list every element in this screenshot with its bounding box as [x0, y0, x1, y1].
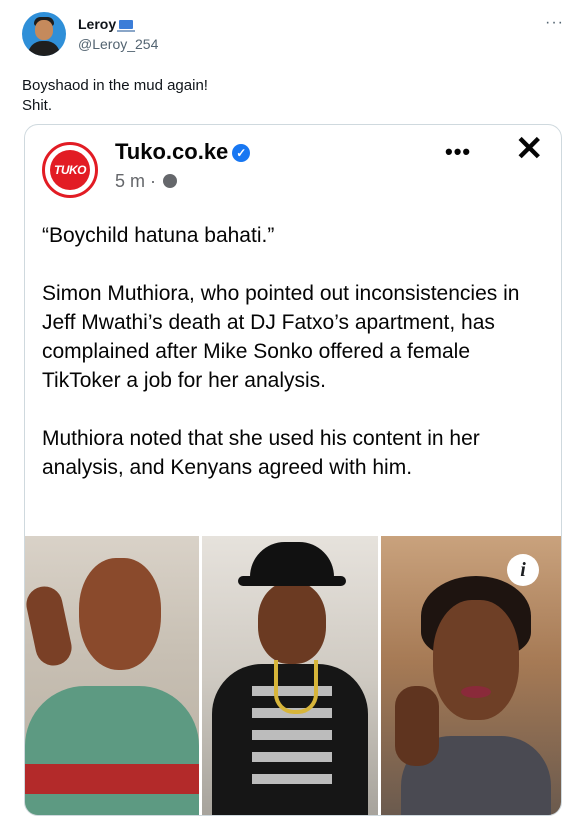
photo-3-head	[433, 600, 519, 720]
photo-mike-sonko[interactable]	[202, 536, 378, 815]
verified-badge-icon: ✓	[232, 144, 251, 162]
tweet-text: Boyshaod in the mud again! Shit.	[22, 76, 208, 116]
post-paragraph-2: Muthiora noted that she used his content…	[42, 427, 480, 479]
tweet-text-line-2: Shit.	[22, 97, 53, 114]
photo-1-hand	[25, 583, 75, 669]
info-icon[interactable]: i	[507, 554, 539, 586]
globe-icon	[163, 174, 178, 188]
avatar-face	[35, 20, 53, 40]
tweet-text-line-1: Boyshaod in the mud again!	[22, 77, 208, 94]
user-name-row[interactable]: Leroy	[78, 16, 136, 32]
photo-strip[interactable]: i	[25, 536, 561, 815]
photo-2-head	[258, 582, 326, 664]
user-handle[interactable]: @Leroy_254	[78, 36, 158, 52]
post-time: 5 m ·	[115, 171, 157, 191]
post-more-icon[interactable]: •••	[445, 139, 471, 165]
photo-2-hat-brim	[238, 576, 346, 586]
photo-1-head	[79, 558, 161, 670]
tweet-header: Leroy @Leroy_254 ···	[22, 12, 566, 62]
page-name-row[interactable]: Tuko.co.ke ✓	[115, 139, 251, 165]
laptop-icon	[117, 20, 136, 32]
page-name[interactable]: Tuko.co.ke	[115, 139, 228, 164]
avatar[interactable]	[22, 12, 66, 56]
photo-2-chain	[274, 660, 318, 714]
photo-3-hand	[395, 686, 439, 766]
photo-1-shirt	[25, 686, 199, 815]
photo-1-stripe	[25, 764, 199, 794]
post-paragraph-1: Simon Muthiora, who pointed out inconsis…	[42, 282, 520, 392]
avatar-body	[28, 41, 60, 56]
post-time-row: 5 m ·	[115, 171, 178, 192]
post-body: “Boychild hatuna bahati.” Simon Muthiora…	[42, 221, 554, 482]
photo-3-lips	[461, 686, 491, 698]
tuko-logo-text: TUKO	[50, 150, 90, 190]
more-icon[interactable]: ···	[545, 14, 564, 32]
tuko-logo[interactable]: TUKO	[42, 142, 98, 198]
close-icon[interactable]: ✕	[515, 129, 544, 169]
quoted-post-card[interactable]: TUKO Tuko.co.ke ✓ 5 m · ••• ✕ “Boychild h…	[24, 124, 562, 816]
post-quote: “Boychild hatuna bahati.”	[42, 224, 275, 247]
photo-tiktoker[interactable]: i	[381, 536, 561, 815]
photo-simon-muthiora[interactable]	[25, 536, 199, 815]
user-name[interactable]: Leroy	[78, 16, 116, 32]
